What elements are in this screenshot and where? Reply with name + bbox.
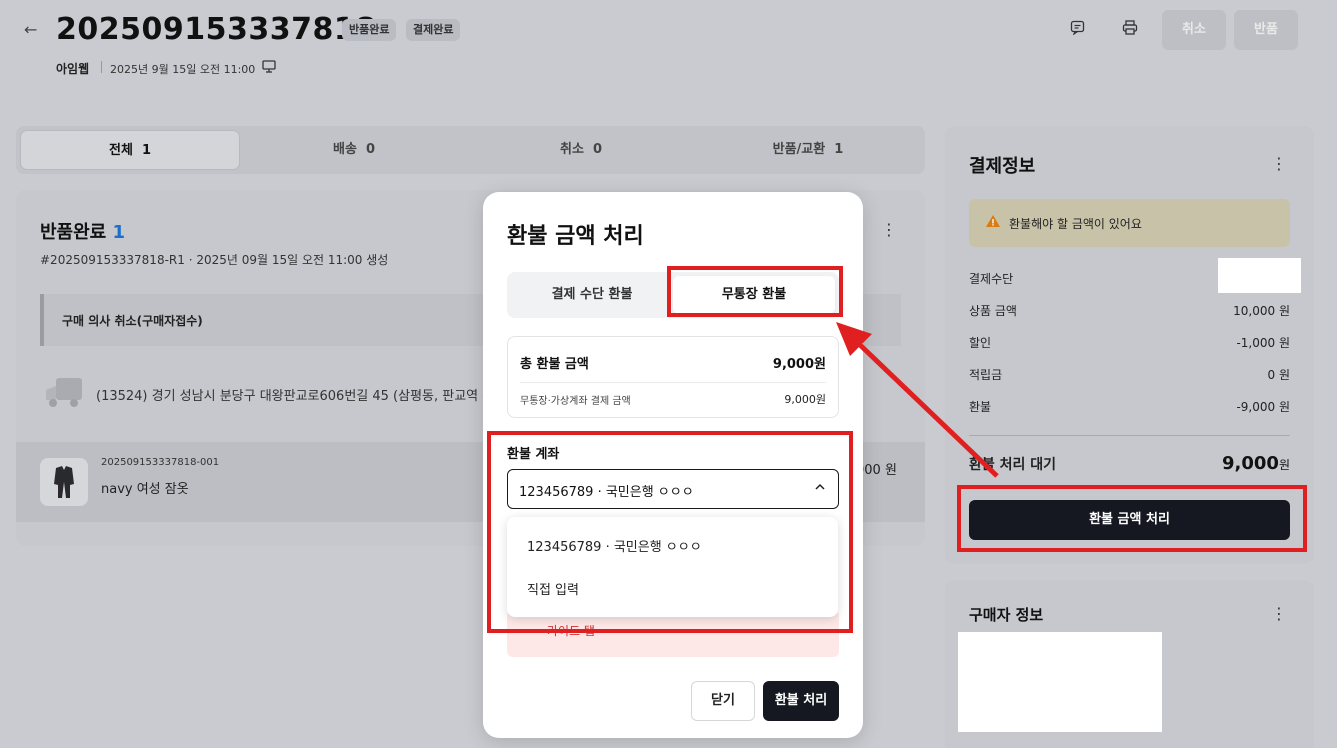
annotation-arrow: [836, 322, 999, 478]
